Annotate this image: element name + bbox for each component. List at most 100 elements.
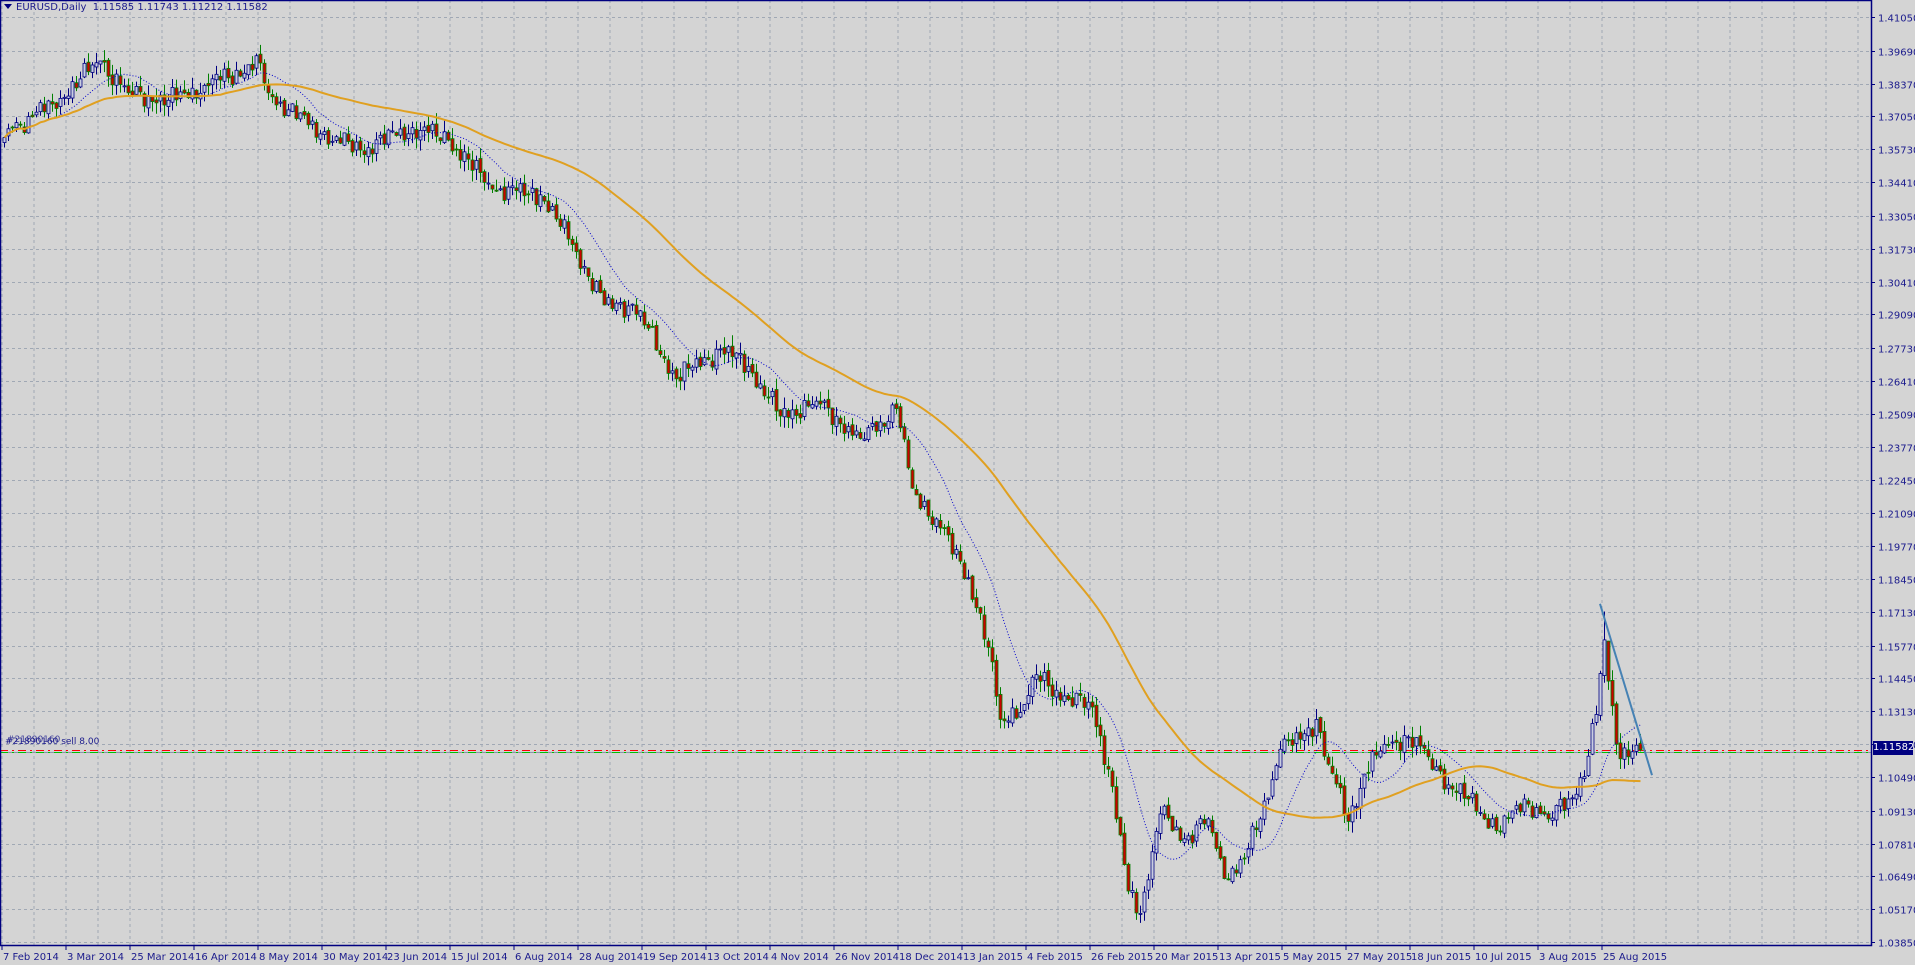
candle-body (1614, 703, 1619, 745)
candle-body (234, 69, 239, 84)
candle-body (150, 96, 155, 102)
candle-body (938, 520, 943, 529)
candle-body (414, 128, 419, 139)
candle-body (178, 91, 183, 99)
candle-body (38, 102, 43, 113)
candle-body (146, 96, 151, 109)
x-tick-label: 3 Mar 2014 (67, 952, 124, 963)
candle-body (898, 406, 903, 429)
x-tick-label: 13 Oct 2014 (707, 952, 769, 963)
candle-body (354, 141, 359, 151)
candle-body (206, 82, 211, 87)
candle-body (294, 105, 299, 120)
candle-body (1194, 824, 1199, 842)
candle-body (618, 302, 623, 305)
candle-body (1086, 701, 1091, 710)
candle-body (1226, 878, 1231, 881)
y-tick-label: 1.15770 (1878, 643, 1915, 654)
candle-body (1334, 774, 1339, 785)
candle-body (498, 188, 503, 191)
candle-body (1046, 670, 1051, 687)
candle-body (98, 60, 103, 65)
candle (906, 435, 911, 470)
candle-body (630, 303, 635, 306)
candle-body (790, 409, 795, 420)
candle-body (1298, 731, 1303, 740)
candle-body (370, 148, 375, 155)
candle-body (402, 126, 407, 141)
current-price-label: 1.11582 (1873, 741, 1915, 755)
candle-body (922, 500, 927, 507)
candle-body (1258, 818, 1263, 832)
candle-body (1586, 755, 1591, 777)
candle-body (1022, 704, 1027, 711)
y-tick-label: 1.29090 (1878, 311, 1915, 322)
candle-body (306, 112, 311, 126)
candle-body (1446, 784, 1451, 789)
candle-body (906, 439, 911, 469)
candle-body (902, 426, 907, 440)
candle-body (1450, 785, 1455, 790)
candle-body (738, 352, 743, 356)
candle-body (1094, 704, 1099, 728)
candle (1178, 825, 1183, 843)
candle-body (1354, 806, 1359, 809)
candle-body (218, 75, 223, 81)
candle-body (822, 400, 827, 403)
candle-body (66, 95, 71, 99)
candle-body (662, 356, 667, 359)
candle (1118, 816, 1123, 837)
candle-body (1242, 857, 1247, 860)
candle (1598, 670, 1603, 721)
price-chart[interactable]: 1.41050 1.39690 1.38370 1.37050 1.35730 1.344… (0, 0, 1915, 965)
x-tick-label: 6 Aug 2014 (515, 952, 573, 963)
candle-body (1338, 782, 1343, 789)
candle-body (1438, 765, 1443, 772)
candle-body (962, 562, 967, 580)
candle-body (110, 74, 115, 86)
candle-body (510, 185, 515, 189)
candle-body (138, 86, 143, 93)
candle-body (222, 68, 227, 82)
y-tick-label: 1.25090 (1878, 411, 1915, 422)
candle-body (70, 81, 75, 99)
candle-body (566, 221, 571, 240)
candle-body (958, 550, 963, 562)
candle-body (1090, 701, 1095, 708)
candle-body (1034, 674, 1039, 680)
candle-body (182, 89, 187, 94)
x-tick-label: 28 Aug 2014 (579, 952, 643, 963)
y-tick-label: 1.23770 (1878, 444, 1915, 455)
candle-body (358, 140, 363, 151)
candle-body (458, 149, 463, 161)
candle-body (290, 103, 295, 112)
candle-body (1098, 724, 1103, 737)
candle-body (794, 408, 799, 416)
candle-body (610, 298, 615, 309)
candle-body (298, 112, 303, 120)
candle-body (1550, 817, 1555, 821)
candle-body (762, 385, 767, 397)
candle (1274, 763, 1279, 781)
x-tick-label: 3 Aug 2015 (1539, 952, 1597, 963)
candle-body (590, 278, 595, 292)
candle-body (594, 281, 599, 292)
candle-body (1234, 869, 1239, 874)
candle-body (1262, 800, 1267, 820)
candle-body (622, 301, 627, 318)
candle-body (410, 127, 415, 135)
candle-body (434, 123, 439, 137)
x-tick-label: 7 Feb 2014 (3, 952, 59, 963)
candle-body (1078, 693, 1083, 696)
candle-body (1122, 832, 1127, 866)
candle-body (438, 137, 443, 142)
chart-title: EURUSD,Daily 1.11585 1.11743 1.11212 1.1… (4, 2, 268, 13)
candle-body (450, 138, 455, 152)
candle-body (1522, 798, 1527, 813)
candle-body (746, 365, 751, 372)
candle-body (322, 131, 327, 135)
candle-body (826, 398, 831, 409)
candle-body (602, 290, 607, 306)
dropdown-triangle-icon[interactable] (4, 4, 12, 9)
candle-body (706, 357, 711, 360)
